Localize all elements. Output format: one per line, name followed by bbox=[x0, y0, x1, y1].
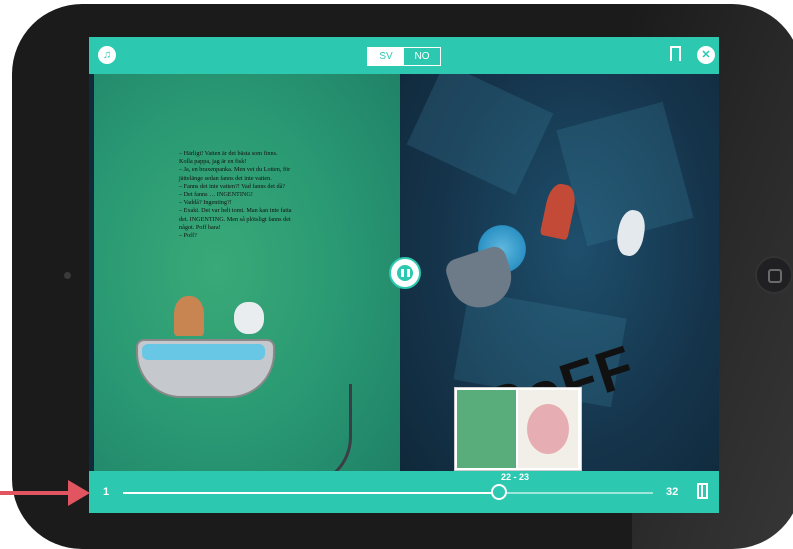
story-line: – Poff? bbox=[179, 232, 197, 240]
story-line: något. Poff bara! bbox=[179, 223, 221, 231]
top-toolbar: ♫ SV NO ✕ bbox=[89, 37, 719, 74]
book-page-left: – Härligt! Vatten är det bästa som finns… bbox=[94, 74, 400, 508]
page-scrubber-bar: 22 - 23 1 32 bbox=[89, 471, 719, 513]
language-toggle[interactable]: SV NO bbox=[367, 47, 441, 66]
story-line: – Vaddå? Ingenting?! bbox=[179, 199, 232, 207]
story-line: – Fanns det inte vatten?! Vad fanns det … bbox=[179, 182, 286, 190]
language-option-sv[interactable]: SV bbox=[368, 48, 404, 65]
close-icon[interactable]: ✕ bbox=[697, 46, 715, 64]
app-screen: ♫ SV NO ✕ – Härligt! Vatten är det bästa… bbox=[89, 37, 719, 513]
language-option-no[interactable]: NO bbox=[404, 48, 440, 65]
pause-icon bbox=[401, 269, 410, 277]
page-slider-handle[interactable] bbox=[491, 484, 508, 500]
story-line: – Det fanns … INGENTING! bbox=[179, 191, 253, 199]
bear-illustration bbox=[234, 302, 264, 334]
book-icon[interactable] bbox=[697, 483, 708, 499]
annotation-arrow-head bbox=[68, 480, 90, 506]
page-slider-fill bbox=[123, 492, 500, 494]
page-slider-track[interactable] bbox=[123, 492, 653, 494]
story-text: – Härligt! Vatten är det bästa som finns… bbox=[179, 150, 329, 240]
girl-illustration bbox=[174, 296, 204, 336]
thumbnail-left-page bbox=[457, 390, 516, 468]
story-line: det. INGENTING. Men så plötsligt fanns d… bbox=[179, 215, 291, 223]
bookmark-icon[interactable] bbox=[670, 46, 681, 65]
story-line: jättelänge sedan fanns det inte vatten. bbox=[179, 174, 272, 182]
background-shard bbox=[406, 74, 554, 196]
current-spread-label: 22 - 23 bbox=[501, 472, 530, 482]
pause-button[interactable] bbox=[389, 257, 421, 289]
story-line: Kolla pappa, jag är en fisk! bbox=[179, 158, 247, 166]
girl-jumping-illustration bbox=[539, 181, 579, 241]
thumbnail-right-page bbox=[518, 390, 578, 468]
water-illustration bbox=[142, 344, 265, 360]
home-button[interactable] bbox=[755, 256, 793, 294]
annotation-arrow-shaft bbox=[0, 491, 72, 495]
speaker-icon[interactable]: ♫ bbox=[98, 46, 116, 64]
story-line: – Härligt! Vatten är det bästa som finns… bbox=[179, 150, 278, 157]
first-page-number: 1 bbox=[103, 486, 110, 498]
page-thumbnail-preview[interactable] bbox=[454, 387, 582, 471]
story-line: – Ja, en braxenpanka. Men vet du Lotten,… bbox=[179, 166, 291, 174]
camera bbox=[64, 272, 71, 279]
story-line: – Exakt. Det var helt tomt. Man kan inte… bbox=[179, 207, 292, 215]
last-page-number: 32 bbox=[666, 486, 679, 498]
